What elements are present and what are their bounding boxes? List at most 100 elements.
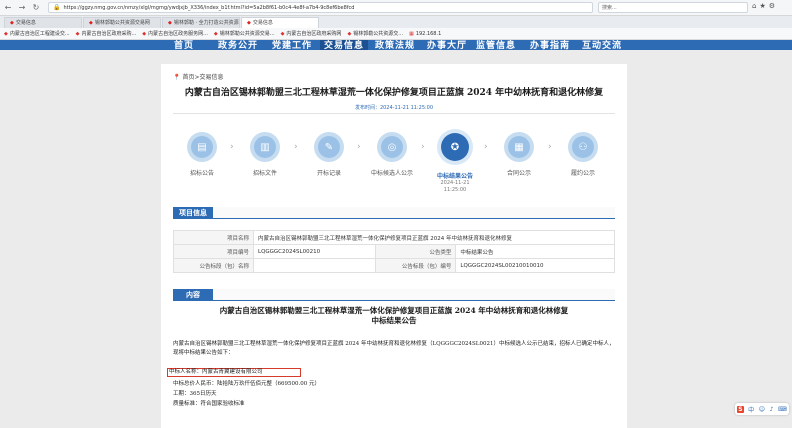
gear-icon[interactable]: ⚙ — [769, 2, 775, 10]
bookmark-item[interactable]: ▦ 192.168.1 — [409, 31, 441, 37]
step-label: 履约公示 — [570, 170, 595, 177]
nav-service-hall[interactable]: 办事大厅 — [427, 40, 467, 50]
step-circle: ⚇ — [568, 132, 598, 162]
tab-label: 交易信息 — [252, 20, 273, 26]
winner-highlight: 中标人名称：内蒙古青翼建设有限公司 — [167, 368, 301, 377]
step-performance-publicity[interactable]: ⚇ 履约公示 — [558, 126, 608, 177]
browser-tab-active[interactable]: ◆ 交易信息 — [241, 17, 319, 28]
construction-period: 工期：365日历天 — [173, 391, 217, 397]
bookmark-item[interactable]: ◆ 内蒙古自治区工程建设交... — [4, 30, 70, 37]
site-favicon-icon: ◆ — [247, 20, 251, 26]
nav-home[interactable]: 首页 — [174, 40, 194, 50]
home-icon[interactable]: ⌂ — [752, 2, 756, 10]
bookmark-item[interactable]: ◆ 锡林郭勒公共资源交易... — [214, 30, 275, 37]
value-project-code: LQGGGC2024SL00210 — [252, 244, 377, 259]
keyboard-icon[interactable]: ⌨ — [778, 406, 787, 413]
search-input[interactable]: 搜索... — [598, 2, 748, 13]
bookmark-favicon-icon: ◆ — [213, 31, 218, 37]
tab-label: 锡林郭勒 · 全力打造公共资源 — [173, 20, 239, 26]
step-bid-announcement[interactable]: ▤ 招标公告 — [177, 126, 227, 177]
language-icon[interactable]: 中 — [748, 405, 754, 414]
bookmark-label: 锡林郭勒公共资源交... — [353, 31, 404, 37]
floating-toolbar[interactable]: S 中 ☺ ♪ ⌨ — [735, 403, 789, 415]
award-icon: ✪ — [441, 133, 469, 161]
bookmark-favicon-icon: ◆ — [75, 31, 80, 37]
label-section-code: 公告标段（包）编号 — [375, 258, 457, 273]
project-info-table: 项目名称 内蒙古自治区锡林郭勒盟三北工程林草湿荒一体化保护修复项目正蓝旗 202… — [173, 230, 615, 273]
chevron-right-icon: › — [548, 142, 552, 152]
clipboard-icon: ▤ — [191, 136, 213, 158]
step-award-result[interactable]: ✪ 中标结果公告 2024-11-21 11:25:00 — [430, 126, 480, 194]
value-notice-type: 中标结果公告 — [455, 244, 615, 259]
url-text: https://ggzy.nmg.gov.cn/nmzy/xlgl/mgmg/y… — [63, 4, 355, 11]
address-bar[interactable]: 🔒 https://ggzy.nmg.gov.cn/nmzy/xlgl/mgmg… — [48, 2, 593, 13]
step-time: 11:25:00 — [443, 187, 467, 193]
nav-transaction-info[interactable]: 交易信息 — [320, 40, 369, 50]
publish-time: 发布时间：2024-11-21 11:25:00 — [354, 105, 434, 111]
pen-icon: ✎ — [318, 136, 340, 158]
bookmark-item[interactable]: ◆ 内蒙古自治区政务服务网... — [142, 30, 208, 37]
table-row: 项目名称 内蒙古自治区锡林郭勒盟三北工程林草湿荒一体化保护修复项目正蓝旗 202… — [173, 230, 615, 245]
step-circle: ✎ — [314, 132, 344, 162]
star-icon[interactable]: ★ — [759, 2, 765, 10]
nav-policies[interactable]: 政策法规 — [375, 40, 415, 50]
target-icon: ◎ — [381, 136, 403, 158]
chevron-right-icon: › — [357, 142, 361, 152]
chevron-right-icon: › — [421, 142, 425, 152]
bookmark-label: 锡林郭勒公共资源交易... — [219, 31, 275, 37]
bookmark-label: 内蒙古自治区政务服务网... — [148, 31, 208, 37]
refresh-icon[interactable]: ↻ — [30, 2, 42, 14]
section-header-content: 内容 — [173, 289, 615, 301]
chevron-right-icon: › — [294, 142, 298, 152]
back-icon[interactable]: ← — [2, 2, 14, 14]
step-label: 招标文件 — [252, 170, 277, 177]
breadcrumb-text[interactable]: 首页>交易信息 — [182, 74, 223, 81]
nav-interaction[interactable]: 互动交流 — [582, 40, 622, 50]
browser-tab[interactable]: ◆ 锡林郭勒公共资源交易网 — [83, 17, 161, 28]
step-circle-active: ✪ — [437, 129, 473, 165]
document-title-line-2: 中标结果公告 — [371, 316, 417, 325]
microphone-icon[interactable]: ♪ — [770, 406, 774, 413]
breadcrumb: 📍 首页>交易信息 — [173, 72, 224, 81]
nav-guide[interactable]: 办事指南 — [530, 40, 570, 50]
bookmark-label: 内蒙古自治区政府采购网 — [286, 31, 342, 37]
nav-party-building[interactable]: 党建工作 — [272, 40, 312, 50]
label-notice-type: 公告类型 — [375, 244, 457, 259]
step-bid-documents[interactable]: ▥ 招标文件 — [240, 126, 290, 177]
award-amount: 中标总价人民币：陆拾陆万玖仟伍佰元整（669500.00 元） — [173, 381, 320, 387]
nav-government-affairs[interactable]: 政务公开 — [218, 40, 258, 50]
browser-tab[interactable]: ◆ 锡林郭勒 · 全力打造公共资源 — [162, 17, 240, 28]
step-contract-publicity[interactable]: ▦ 合同公示 — [494, 126, 544, 177]
bookmark-item[interactable]: ◆ 内蒙古自治区政府采购... — [76, 30, 137, 37]
input-method-icon[interactable]: S — [737, 405, 744, 413]
people-icon: ⚇ — [572, 136, 594, 158]
browser-toolbar: ← → ↻ 🔒 https://ggzy.nmg.gov.cn/nmzy/xlg… — [0, 0, 792, 16]
bookmark-favicon-icon: ▦ — [409, 30, 414, 37]
browser-tab[interactable]: ◆ 交易信息 — [4, 17, 82, 28]
step-bid-opening[interactable]: ✎ 开标记录 — [304, 126, 354, 177]
step-circle: ▤ — [187, 132, 217, 162]
value-section-code: LQGGGC2024SL00210010010 — [455, 258, 615, 273]
emoji-icon[interactable]: ☺ — [759, 406, 765, 413]
page-title: 内蒙古自治区锡林郭勒盟三北工程林草湿荒一体化保护修复项目正蓝旗 2024 年中幼… — [184, 88, 604, 98]
step-circle: ▥ — [250, 132, 280, 162]
tab-label: 交易信息 — [15, 20, 36, 26]
step-label: 开标记录 — [316, 170, 341, 177]
nav-supervision[interactable]: 监管信息 — [476, 40, 516, 50]
step-date: 2024-11-21 — [440, 180, 470, 186]
table-row: 项目编号 LQGGGC2024SL00210 公告类型 中标结果公告 — [173, 244, 615, 259]
chevron-right-icon: › — [484, 142, 488, 152]
bookmark-item[interactable]: ◆ 锡林郭勒公共资源交... — [347, 30, 403, 37]
step-label: 合同公示 — [506, 170, 531, 177]
step-candidate-publicity[interactable]: ◎ 中标候选人公示 — [367, 126, 417, 177]
bookmark-item[interactable]: ◆ 内蒙古自治区政府采购网 — [281, 30, 342, 37]
label-project-name: 项目名称 — [173, 230, 254, 245]
site-main-nav: 首页 政务公开 党建工作 交易信息 政策法规 办事大厅 监管信息 办事指南 互动… — [0, 40, 792, 50]
step-circle: ▦ — [504, 132, 534, 162]
site-favicon-icon: ◆ — [89, 20, 93, 26]
forward-icon[interactable]: → — [16, 2, 28, 14]
bookmarks-bar: ◆ 内蒙古自治区工程建设交... ◆ 内蒙古自治区政府采购... ◆ 内蒙古自治区政务… — [0, 28, 792, 40]
value-project-name: 内蒙古自治区锡林郭勒盟三北工程林草湿荒一体化保护修复项目正蓝旗 2024 年中幼… — [253, 230, 615, 245]
site-favicon-icon: ◆ — [10, 20, 14, 26]
bookmark-label: 内蒙古自治区政府采购... — [81, 31, 137, 37]
